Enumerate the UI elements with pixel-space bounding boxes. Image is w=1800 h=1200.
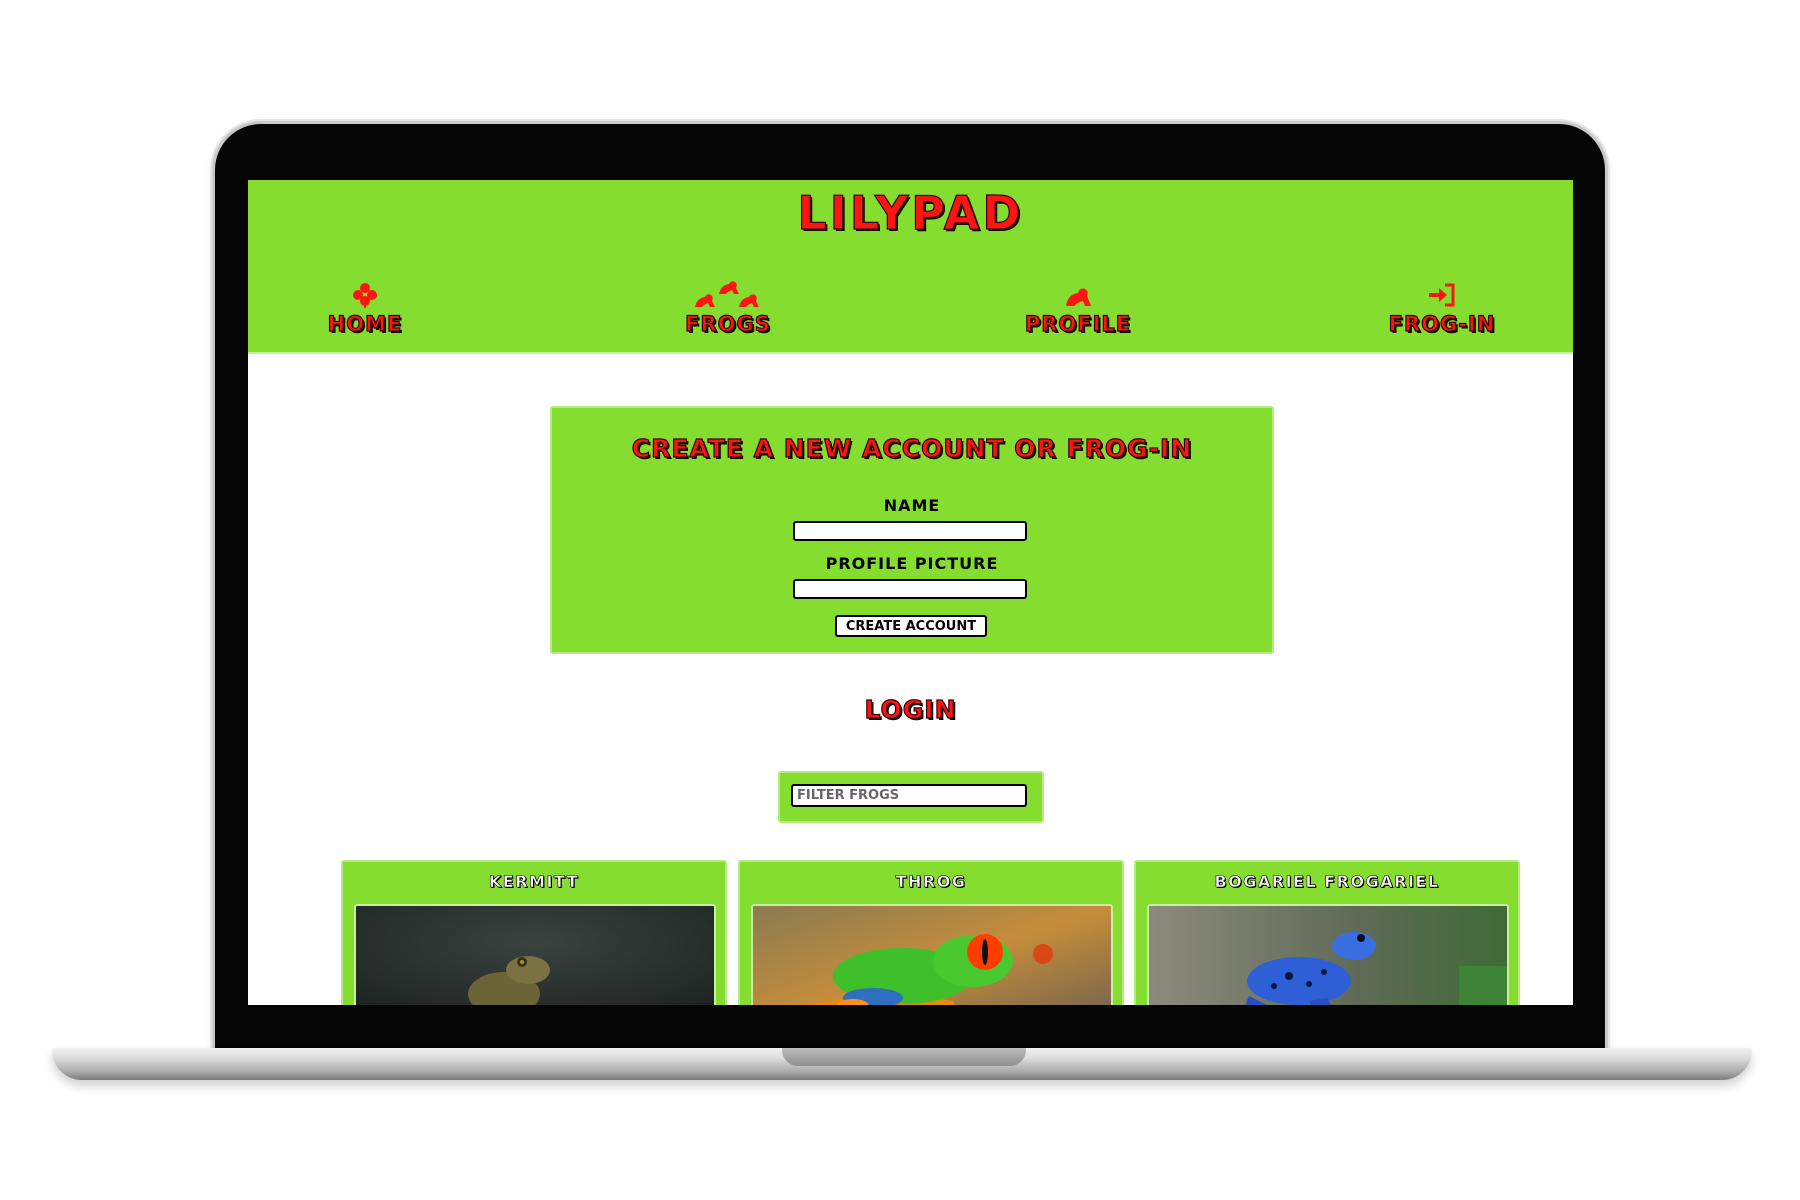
create-account-button[interactable]: CREATE ACCOUNT <box>835 615 987 637</box>
frog-image <box>354 904 716 1005</box>
laptop-notch <box>782 1048 1026 1066</box>
nav-home-label: HOME <box>327 311 403 336</box>
nav-home[interactable]: HOME <box>265 280 465 337</box>
name-label: NAME <box>883 496 941 515</box>
signup-title: CREATE A NEW ACCOUNT OR FROG-IN <box>631 433 1193 463</box>
frogs-icon <box>695 281 759 307</box>
clover-icon <box>353 283 377 308</box>
frog-name: BOGARIEL FROGARIEL <box>1214 872 1440 892</box>
nav-profile-label: PROFILE <box>1024 311 1132 336</box>
frog-card[interactable]: BOGARIEL FROGARIEL <box>1134 860 1520 1005</box>
site-title: LILYPAD <box>797 185 1024 240</box>
site-header: LILYPAD HOME FROGS PROFILE FROG-IN <box>248 180 1573 354</box>
nav-frog-in-label: FROG-IN <box>1388 311 1496 336</box>
name-input[interactable] <box>793 521 1027 541</box>
profile-picture-input[interactable] <box>793 579 1027 599</box>
sign-in-icon <box>1429 283 1455 307</box>
nav-profile[interactable]: PROFILE <box>978 280 1178 337</box>
filter-frogs-input[interactable] <box>791 784 1027 807</box>
nav-frog-in[interactable]: FROG-IN <box>1342 280 1542 337</box>
frog-name: KERMITT <box>488 872 580 892</box>
nav-frogs-label: FROGS <box>685 311 771 336</box>
frog-card[interactable]: KERMITT <box>341 860 727 1005</box>
login-heading: LOGIN <box>864 694 957 724</box>
laptop-screen: LILYPAD HOME FROGS PROFILE FROG-IN CREAT… <box>248 180 1573 1005</box>
profile-picture-label: PROFILE PICTURE <box>825 554 999 573</box>
signup-panel: CREATE A NEW ACCOUNT OR FROG-IN NAME PRO… <box>550 406 1274 654</box>
nav-frogs[interactable]: FROGS <box>628 280 828 337</box>
frog-card[interactable]: THROG <box>738 860 1124 1005</box>
frog-image <box>751 904 1113 1005</box>
filter-panel <box>778 771 1044 823</box>
frog-name: THROG <box>895 872 967 892</box>
frog-icon <box>1066 288 1091 306</box>
frog-image <box>1147 904 1509 1005</box>
